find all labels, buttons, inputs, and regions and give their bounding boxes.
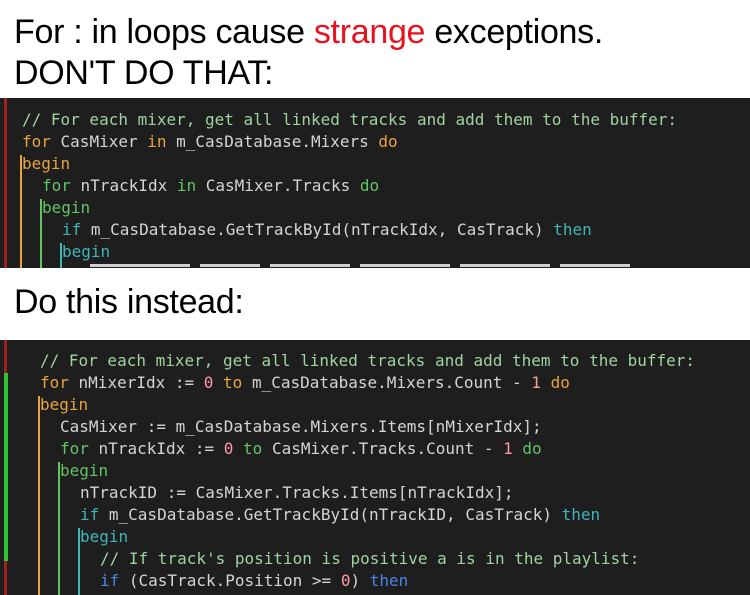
code-token: do xyxy=(359,176,380,195)
code-line: // If track's position is positive a is … xyxy=(0,548,750,570)
code-token: (CasTrack.Position >= xyxy=(119,571,341,590)
code-token: begin xyxy=(40,395,89,414)
code-token: if xyxy=(80,505,100,524)
code-line: // For each mixer, get all linked tracks… xyxy=(0,350,750,372)
code-token: CasMixer.Tracks.Count - xyxy=(262,439,504,458)
code-token: nTrackID := CasMixer.Tracks.Items[nTrack… xyxy=(80,483,514,502)
code-token: // If track's position is positive a is … xyxy=(100,549,640,568)
code-token: begin xyxy=(60,461,109,480)
code-token: for xyxy=(22,132,51,151)
code-token: m_CasDatabase.Mixers.Count - xyxy=(242,373,532,392)
code-token: m_CasDatabase.GetTrackById(nTrackID, Cas… xyxy=(99,505,562,524)
code-token: begin xyxy=(22,154,71,173)
code-token: m_CasDatabase.Mixers xyxy=(166,132,379,151)
code-token: CasMixer.Tracks xyxy=(196,176,360,195)
code-token: to xyxy=(243,439,263,458)
block-guide-line xyxy=(40,199,42,268)
code-line: nTrackID := CasMixer.Tracks.Items[nTrack… xyxy=(0,482,750,504)
code-token: CasMixer := m_CasDatabase.Mixers.Items[n… xyxy=(60,417,542,436)
code-line: for nTrackIdx in CasMixer.Tracks do xyxy=(0,175,750,197)
code-token: ) xyxy=(350,571,370,590)
code-token: for xyxy=(40,373,69,392)
code-token: m_CasDatabase.GetTrackById(nTrackIdx, Ca… xyxy=(81,220,554,239)
code-line: begin xyxy=(0,460,750,482)
code-token: // For each mixer, get all linked tracks… xyxy=(22,110,678,129)
code-line: CasMixer := m_CasDatabase.Mixers.Items[n… xyxy=(0,416,750,438)
code-line: if m_CasDatabase.GetTrackById(nTrackIdx,… xyxy=(0,219,750,241)
cutoff-text-fragment xyxy=(200,264,260,267)
code-token: 0 xyxy=(203,373,214,392)
bad-code-editor: // For each mixer, get all linked tracks… xyxy=(0,98,750,268)
code-token: 1 xyxy=(503,439,513,458)
code-line: // For each mixer, get all linked tracks… xyxy=(0,109,750,131)
block-guide-line xyxy=(38,396,40,595)
code-token: 0 xyxy=(223,439,234,458)
code-line: begin xyxy=(0,153,750,175)
partial-cutoff-line xyxy=(0,264,750,268)
block-guide-line xyxy=(20,155,22,268)
code-line: if (CasTrack.Position >= 0) then xyxy=(0,570,750,592)
code-token: CasMixer xyxy=(50,132,148,151)
code-line: begin xyxy=(0,526,750,548)
cutoff-text-fragment xyxy=(90,264,190,267)
code-token: begin xyxy=(80,527,129,546)
heading-accent-word: strange xyxy=(313,13,426,51)
code-token: for xyxy=(60,439,89,458)
code-token: do xyxy=(550,373,570,392)
code-token: if xyxy=(62,220,82,239)
code-token: then xyxy=(553,220,592,239)
code-token: then xyxy=(561,505,601,524)
block-guide-line xyxy=(78,528,80,595)
code-token: begin xyxy=(42,198,91,217)
code-line: for nTrackIdx := 0 to CasMixer.Tracks.Co… xyxy=(0,438,750,460)
code-line: if m_CasDatabase.GetTrackById(nTrackID, … xyxy=(0,504,750,526)
bad-example-heading: For : in loops cause strange exceptions. xyxy=(14,12,603,52)
code-token: begin xyxy=(62,242,111,261)
code-token: for xyxy=(42,176,71,195)
code-line: begin xyxy=(0,197,750,219)
code-token: do xyxy=(522,439,542,458)
code-token: if xyxy=(100,571,120,590)
good-example-heading: Do this instead: xyxy=(14,283,244,321)
block-guide-line xyxy=(58,462,60,595)
heading-text-suffix: exceptions. xyxy=(425,13,604,51)
code-token: nTrackIdx := xyxy=(88,439,224,458)
bad-example-warning: DON'T DO THAT: xyxy=(14,54,274,92)
code-token: nMixerIdx := xyxy=(68,373,204,392)
cutoff-text-fragment xyxy=(460,264,550,267)
code-token: nTrackIdx xyxy=(70,176,177,195)
code-line: for CasMixer in m_CasDatabase.Mixers do xyxy=(0,131,750,153)
cutoff-text-fragment xyxy=(270,264,350,267)
code-token: then xyxy=(369,571,409,590)
good-code-editor: // For each mixer, get all linked tracks… xyxy=(0,340,750,595)
cutoff-text-fragment xyxy=(560,264,630,267)
code-token: to xyxy=(223,373,243,392)
code-line: begin xyxy=(0,394,750,416)
code-token: in xyxy=(147,132,167,151)
code-line: for nMixerIdx := 0 to m_CasDatabase.Mixe… xyxy=(0,372,750,394)
heading-text-prefix: For : in loops cause xyxy=(14,13,314,51)
code-token: in xyxy=(176,176,197,195)
code-token: 1 xyxy=(531,373,541,392)
code-token: // For each mixer, get all linked tracks… xyxy=(40,351,696,370)
cutoff-text-fragment xyxy=(360,264,450,267)
code-line: begin xyxy=(0,241,750,263)
code-token: do xyxy=(378,132,398,151)
